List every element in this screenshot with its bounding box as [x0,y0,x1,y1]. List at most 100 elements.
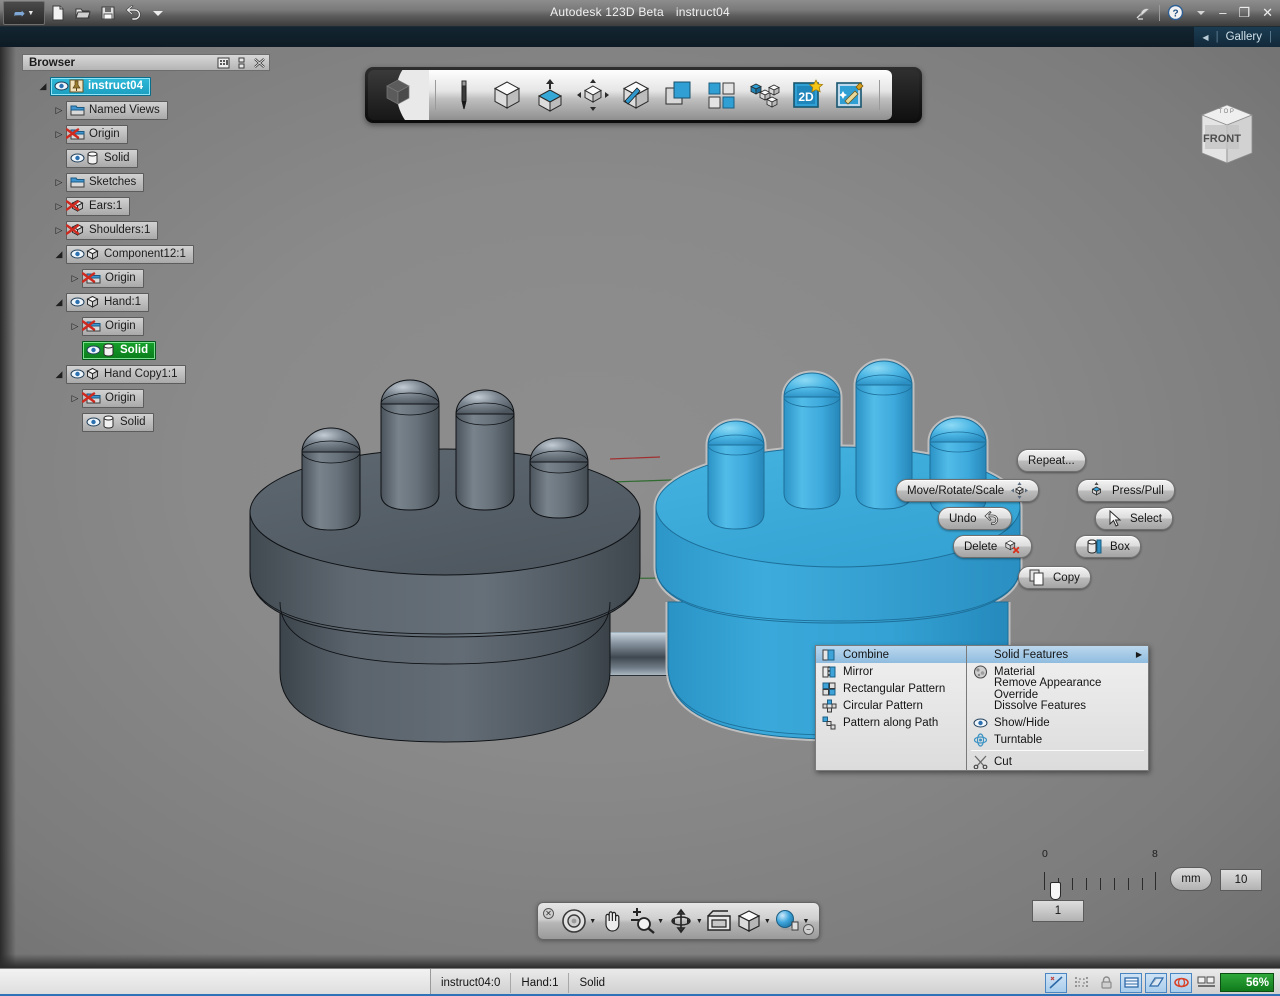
pan-button[interactable] [599,906,627,936]
lock-icon[interactable] [1095,973,1117,993]
visual-style-button[interactable] [735,906,763,936]
menu-item-turntable[interactable]: Turntable [967,731,1148,748]
tree-twisty-collapsed-icon[interactable]: ▷ [68,321,82,332]
undo-menu-button[interactable]: Undo [938,507,1012,530]
eye-icon[interactable] [70,295,85,309]
collapse-left-icon[interactable]: ◀ [1202,33,1208,42]
pin-icon[interactable] [233,55,249,70]
move-rotate-scale-button[interactable]: Move/Rotate/Scale [896,479,1039,502]
tree-item-origin[interactable]: Origin [82,269,144,288]
close-button[interactable]: ✕ [1259,5,1276,21]
eye-icon[interactable] [86,415,101,429]
plane-icon[interactable] [1145,973,1167,993]
tree-item-ears-1[interactable]: Ears:1 [66,197,130,216]
orbit-button[interactable] [667,906,695,936]
tree-twisty-expanded-icon[interactable]: ◢ [52,249,66,260]
menu-item-remove-appearance-override[interactable]: Remove Appearance Override [967,680,1148,697]
tree-twisty-collapsed-icon[interactable]: ▷ [68,273,82,284]
tool-combine[interactable] [660,75,698,115]
menu-item-rectangular-pattern[interactable]: Rectangular Pattern [816,680,966,697]
menu-item-combine[interactable]: Combine [816,646,966,663]
tree-item-hand-1[interactable]: Hand:1 [66,293,149,312]
orbit-dropdown-icon[interactable]: ▼ [696,918,704,925]
repeat-button[interactable]: Repeat... [1017,449,1086,472]
menu-item-circular-pattern[interactable]: Circular Pattern [816,697,966,714]
tool-construct[interactable] [531,75,569,115]
tree-item-hand-copy1-1[interactable]: Hand Copy1:1 [66,365,186,384]
tree-item-sketches[interactable]: Sketches [66,173,144,192]
menu-item-mirror[interactable]: Mirror [816,663,966,680]
tree-twisty-expanded-icon[interactable]: ◢ [52,297,66,308]
tool-sketch-on-face[interactable] [617,75,655,115]
copy-button[interactable]: Copy [1018,566,1091,589]
eye-icon[interactable] [70,151,85,165]
tree-twisty-collapsed-icon[interactable]: ▷ [68,393,82,404]
dual-view-icon[interactable] [1195,973,1217,993]
visual-style-dropdown-icon[interactable]: ▼ [764,918,772,925]
ruler-current-value-field[interactable]: 1 [1032,900,1084,922]
tool-primitives[interactable] [488,75,526,115]
eye-icon[interactable] [70,367,85,381]
satellite-dish-icon[interactable] [1134,3,1153,22]
tree-item-solid[interactable]: Solid [66,149,138,168]
zoom-dropdown-icon[interactable]: ▼ [657,918,665,925]
tree-item-solid[interactable]: Solid [82,341,156,360]
minimize-button[interactable]: – [1216,5,1229,20]
ruler-slider-handle[interactable] [1050,882,1061,900]
tool-modify[interactable] [574,75,612,115]
steering-wheel-dropdown-icon[interactable]: ▼ [589,918,597,925]
tree-twisty-expanded-icon[interactable]: ◢ [52,369,66,380]
menu-item-dissolve-features[interactable]: Dissolve Features [967,697,1148,714]
help-dropdown-icon[interactable] [1191,3,1210,22]
toolstrip-home-button[interactable] [368,70,429,120]
eye-icon[interactable] [86,343,101,357]
tool-effects[interactable] [832,75,870,115]
eye-icon[interactable] [54,79,69,93]
viewport-canvas[interactable]: Browser ◢instruct04▷Named Views▷OriginSo… [0,47,1280,968]
ruler-max-value-field[interactable]: 10 [1220,869,1262,891]
steering-wheel-button[interactable] [560,906,588,936]
model-hand-copy[interactable] [245,372,645,752]
restore-button[interactable]: ❐ [1235,5,1253,21]
menu-item-cut[interactable]: Cut [967,753,1148,770]
tree-item-origin[interactable]: Origin [66,125,128,144]
tool-pattern[interactable] [703,75,741,115]
tree-twisty-expanded-icon[interactable]: ◢ [36,81,50,92]
tree-twisty-collapsed-icon[interactable]: ▷ [52,129,66,140]
tree-twisty-collapsed-icon[interactable]: ▷ [52,201,66,212]
close-icon[interactable] [251,55,267,70]
tree-twisty-collapsed-icon[interactable]: ▷ [52,225,66,236]
fit-view-button[interactable] [705,906,733,936]
view-cube[interactable]: TOP FRONT [1192,97,1262,171]
tree-item-instruct04[interactable]: instruct04 [50,77,151,96]
menu-item-show-hide[interactable]: Show/Hide [967,714,1148,731]
tree-item-shoulders-1[interactable]: Shoulders:1 [66,221,158,240]
tree-item-named-views[interactable]: Named Views [66,101,168,120]
tool-2d[interactable]: 2D [789,75,827,115]
navbar-close-button[interactable]: ✕ [543,908,554,919]
tree-item-component12-1[interactable]: Component12:1 [66,245,194,264]
tree-twisty-collapsed-icon[interactable]: ▷ [52,177,66,188]
appearance-button[interactable] [773,906,801,936]
grid-filter-icon[interactable] [215,55,231,70]
select-button[interactable]: Select [1095,507,1173,530]
tool-sketch[interactable] [445,75,483,115]
zoom-button[interactable] [628,906,656,936]
eye-icon[interactable] [70,247,85,261]
press-pull-button[interactable]: Press/Pull [1077,479,1175,502]
menu-item-pattern-along-path[interactable]: Pattern along Path [816,714,966,731]
tool-group[interactable] [746,75,784,115]
grid-snap-icon[interactable] [1120,973,1142,993]
question-circle-icon[interactable]: ? [1166,3,1185,22]
tree-item-solid[interactable]: Solid [82,413,154,432]
box-button[interactable]: Box [1075,535,1141,558]
orbit-ring-icon[interactable] [1170,973,1192,993]
sketch-snap-icon[interactable] [1045,973,1067,993]
constraint-icon[interactable] [1070,973,1092,993]
delete-button[interactable]: Delete [953,535,1032,558]
tree-item-origin[interactable]: Origin [82,317,144,336]
navbar-minimize-button[interactable]: − [803,924,814,935]
menu-item-solid-features[interactable]: Solid Features▶ [967,646,1148,663]
tree-twisty-collapsed-icon[interactable]: ▷ [52,105,66,116]
gallery-tab[interactable]: ◀ | Gallery | [1194,27,1280,47]
